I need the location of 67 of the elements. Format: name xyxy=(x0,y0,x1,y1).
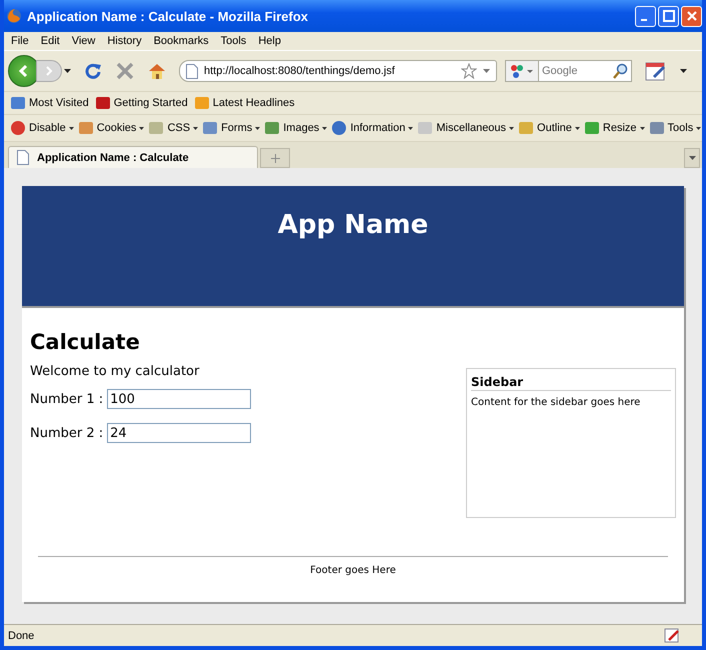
footer-text: Footer goes Here xyxy=(310,565,396,576)
bookmark-item[interactable]: Most Visited xyxy=(10,95,89,111)
dropdown-arrow-icon xyxy=(68,126,74,130)
toolbar-menu[interactable]: CSS xyxy=(148,120,198,136)
close-icon xyxy=(686,10,698,22)
dropdown-arrow-icon xyxy=(322,126,328,130)
app-name: App Name xyxy=(278,210,428,242)
home-icon[interactable] xyxy=(147,61,167,81)
minimize-button[interactable] xyxy=(635,6,656,26)
address-field[interactable]: http://localhost:8080/tenthings/demo.jsf xyxy=(179,60,497,82)
field-label: Number 1 : xyxy=(30,392,104,406)
menu-item[interactable]: View xyxy=(68,35,104,47)
toolbar-menu[interactable]: Miscellaneous xyxy=(417,120,514,136)
dropdown-arrow-icon xyxy=(509,126,514,130)
caret-icon xyxy=(688,156,696,160)
window-title: Application Name : Calculate - Mozilla Firefox xyxy=(27,8,308,24)
menu-item[interactable]: Help xyxy=(254,35,289,47)
toolbar-menu[interactable]: Disable xyxy=(10,120,74,136)
page-icon xyxy=(186,64,198,78)
search-icon[interactable] xyxy=(613,63,629,79)
bookmark-item[interactable]: Getting Started xyxy=(94,95,188,111)
tab-list-button[interactable] xyxy=(684,148,700,168)
dropdown-arrow-icon xyxy=(193,126,198,130)
menu-item[interactable]: Tools xyxy=(216,35,254,47)
sidebar-text: Content for the sidebar goes here xyxy=(471,397,642,408)
menu-item[interactable]: Edit xyxy=(36,35,68,47)
toolbar-menu[interactable]: Resize xyxy=(584,120,645,136)
dropdown-arrow-icon xyxy=(574,126,580,130)
dropdown-arrow-icon[interactable] xyxy=(680,69,687,73)
dropdown-arrow-icon xyxy=(408,126,414,130)
reload-icon[interactable] xyxy=(83,61,103,81)
notepad-icon[interactable] xyxy=(664,628,680,644)
menu-item[interactable]: History xyxy=(103,35,150,47)
maximize-button[interactable] xyxy=(658,6,679,26)
search-field[interactable]: Google xyxy=(539,60,632,82)
dropdown-arrow-icon[interactable] xyxy=(64,69,71,73)
menu-item[interactable]: File xyxy=(7,35,37,47)
star-icon[interactable] xyxy=(461,63,477,79)
dropdown-arrow-icon xyxy=(640,126,645,130)
input-field[interactable]: 24 xyxy=(107,423,252,443)
minimize-icon xyxy=(641,19,647,21)
maximize-icon xyxy=(662,10,674,22)
toolbar-menu[interactable]: Outline xyxy=(518,120,580,136)
bookmark-item[interactable]: Latest Headlines xyxy=(194,95,295,111)
sidebar-title: Sidebar xyxy=(471,375,671,391)
dropdown-arrow-icon xyxy=(696,126,702,130)
browser-tab[interactable]: Application Name : Calculate xyxy=(8,146,258,168)
menu-item[interactable]: Bookmarks xyxy=(150,35,217,47)
toolbar-menu[interactable]: Images xyxy=(264,120,328,136)
toolbar-menu[interactable]: Forms xyxy=(202,120,260,136)
toolbar-menu[interactable]: Cookies xyxy=(78,120,144,136)
close-button[interactable] xyxy=(681,6,702,26)
field-label: Number 2 : xyxy=(30,426,104,440)
dropdown-arrow-icon xyxy=(139,126,144,130)
toolbar-menu[interactable]: Information xyxy=(331,120,414,136)
plus-icon xyxy=(270,154,280,162)
notepad-icon[interactable] xyxy=(644,60,668,82)
new-tab-button[interactable] xyxy=(260,148,290,168)
firefox-icon xyxy=(6,8,22,24)
dropdown-arrow-icon xyxy=(255,126,260,130)
search-engine-icon[interactable] xyxy=(505,60,539,82)
page-heading: Calculate xyxy=(30,330,141,354)
status-text: Done xyxy=(8,630,34,642)
intro-text: Welcome to my calculator xyxy=(30,364,200,379)
page-icon xyxy=(17,150,29,165)
input-field[interactable]: 100 xyxy=(107,389,252,409)
toolbar-menu[interactable]: Tools xyxy=(648,120,702,136)
